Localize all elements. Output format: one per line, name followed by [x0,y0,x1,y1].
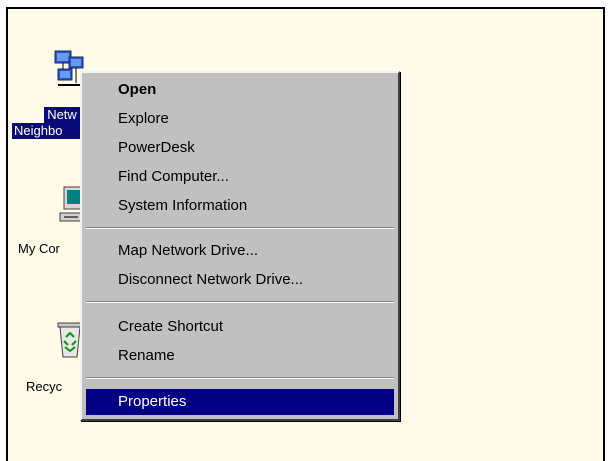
menu-item-rename[interactable]: Rename [86,343,394,369]
context-menu: Open Explore PowerDesk Find Computer... … [80,71,400,421]
menu-separator [86,301,394,303]
network-neighborhood-label-line1: Netw [44,107,80,123]
my-computer-label: My Cor [18,241,60,256]
menu-item-explore[interactable]: Explore [86,106,394,132]
menu-separator [86,227,394,229]
menu-item-open[interactable]: Open [86,77,394,103]
recycle-bin-label: Recyc [26,379,63,394]
menu-item-disconnect-network-drive[interactable]: Disconnect Network Drive... [86,267,394,293]
menu-item-create-shortcut[interactable]: Create Shortcut [86,314,394,340]
menu-item-map-network-drive[interactable]: Map Network Drive... [86,238,394,264]
menu-separator [86,377,394,379]
menu-item-system-information[interactable]: System Information [86,193,394,219]
menu-item-find-computer[interactable]: Find Computer... [86,164,394,190]
menu-item-powerdesk[interactable]: PowerDesk [86,135,394,161]
menu-item-properties[interactable]: Properties [86,389,394,415]
network-neighborhood-label-line2: Neighbo [12,123,80,139]
